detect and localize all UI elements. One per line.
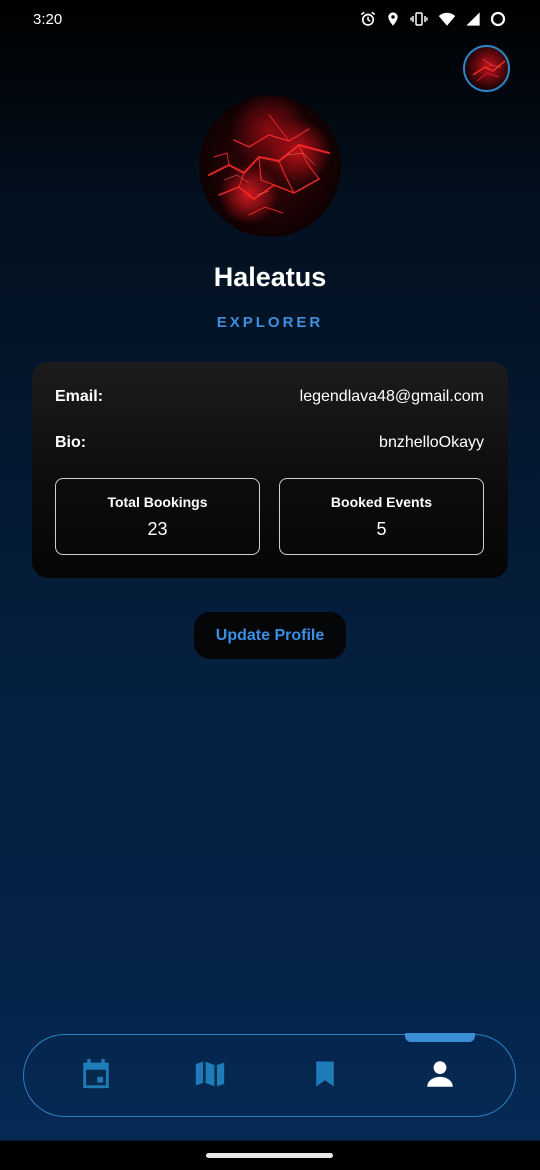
battery-icon: [489, 10, 507, 28]
email-label: Email:: [55, 388, 104, 405]
location-icon: [385, 10, 401, 28]
profile-role: EXPLORER: [216, 314, 324, 331]
profile-info-card: Email: legendlava48@gmail.com Bio: bnzhe…: [32, 362, 508, 578]
total-bookings-stat: Total Bookings 23: [55, 478, 260, 555]
nav-map[interactable]: [190, 1056, 230, 1096]
vibrate-icon: [409, 10, 429, 28]
avatar-lava-texture: [208, 114, 330, 216]
home-gesture-pill[interactable]: [206, 1153, 333, 1158]
wifi-icon: [437, 10, 457, 28]
nav-profile[interactable]: [420, 1056, 460, 1096]
bio-row: Bio: bnzhelloOkayy: [55, 434, 484, 452]
update-profile-button[interactable]: Update Profile: [194, 612, 346, 659]
total-bookings-value: 23: [147, 519, 168, 539]
bio-label: Bio:: [55, 434, 87, 451]
header-avatar[interactable]: [463, 45, 510, 92]
booked-events-label: Booked Events: [330, 494, 433, 510]
profile-name: Haleatus: [213, 262, 327, 292]
status-icons: [359, 10, 507, 28]
header-avatar-texture: [472, 58, 506, 82]
status-bar: 3:20: [0, 0, 540, 40]
map-icon: [193, 1057, 227, 1096]
system-nav-bar: [0, 1141, 540, 1170]
total-bookings-label: Total Bookings: [107, 494, 208, 510]
person-icon: [423, 1057, 457, 1096]
nav-bookmarks[interactable]: [305, 1056, 345, 1096]
booked-events-value: 5: [376, 519, 387, 539]
email-value: legendlava48@gmail.com: [299, 388, 484, 405]
bookmark-icon: [310, 1057, 340, 1096]
calendar-icon: [79, 1056, 113, 1097]
bottom-nav: [23, 1033, 516, 1117]
alarm-icon: [359, 10, 377, 28]
booked-events-stat: Booked Events 5: [279, 478, 484, 555]
signal-icon: [465, 10, 481, 28]
status-time: 3:20: [33, 11, 63, 28]
nav-calendar[interactable]: [76, 1056, 116, 1096]
profile-avatar: [199, 95, 341, 237]
bio-value: bnzhelloOkayy: [379, 434, 484, 451]
email-row: Email: legendlava48@gmail.com: [55, 388, 484, 406]
active-tab-indicator: [405, 1033, 475, 1042]
